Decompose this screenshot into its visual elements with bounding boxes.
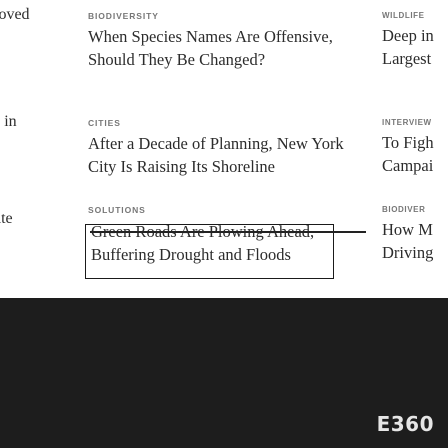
story-kicker[interactable]: INTERVIEW	[382, 118, 448, 127]
story-headline-line-1[interactable]: To Figh	[382, 131, 448, 154]
story-headline[interactable]: When Species Names Are Offensive, Should…	[88, 25, 368, 71]
site-footer: E360	[0, 298, 448, 448]
right-story-biodiversity[interactable]: BIODIVER How M Driving	[382, 205, 448, 264]
story-headline-line-1[interactable]: Green Roads Are Plowing Ahead,	[88, 221, 368, 243]
right-story-column: WILDLIFE Deep in Largest INTERVIEW To Fi…	[382, 0, 448, 290]
story-species-names[interactable]: BIODIVERSITY When Species Names Are Offe…	[88, 11, 368, 71]
story-kicker[interactable]: BIODIVER	[382, 205, 448, 214]
story-headline-line-2[interactable]: Driving	[382, 241, 448, 264]
strikethrough-line	[90, 231, 366, 233]
story-green-roads[interactable]: SOLUTIONS Green Roads Are Plowing Ahead,…	[85, 205, 368, 279]
story-headline-line-1[interactable]: How M	[382, 218, 448, 241]
story-kicker[interactable]: BIODIVERSITY	[88, 11, 368, 21]
right-story-interview[interactable]: INTERVIEW To Figh Campai	[382, 118, 448, 177]
story-headline-line-2[interactable]: Largest	[382, 47, 448, 70]
e360-logo[interactable]: E360	[377, 412, 434, 436]
story-headline-line-1[interactable]: Deep in	[382, 24, 448, 47]
story-kicker[interactable]: WILDLIFE	[382, 11, 448, 20]
story-headline-line-2[interactable]: Campai	[382, 154, 448, 177]
left-story-column: loved s in ate	[0, 0, 70, 290]
left-fragment-2[interactable]: s in	[0, 113, 17, 131]
left-fragment-3[interactable]: ate	[0, 210, 13, 228]
left-fragment-1[interactable]: loved	[0, 6, 30, 24]
story-nyc-shoreline[interactable]: CITIES After a Decade of Planning, New Y…	[88, 118, 368, 178]
story-headline[interactable]: After a Decade of Planning, New York Cit…	[88, 132, 368, 178]
right-story-wildlife[interactable]: WILDLIFE Deep in Largest	[382, 11, 448, 70]
story-kicker[interactable]: CITIES	[88, 118, 368, 128]
story-kicker[interactable]: SOLUTIONS	[88, 205, 368, 215]
center-story-column: BIODIVERSITY When Species Names Are Offe…	[85, 0, 368, 290]
